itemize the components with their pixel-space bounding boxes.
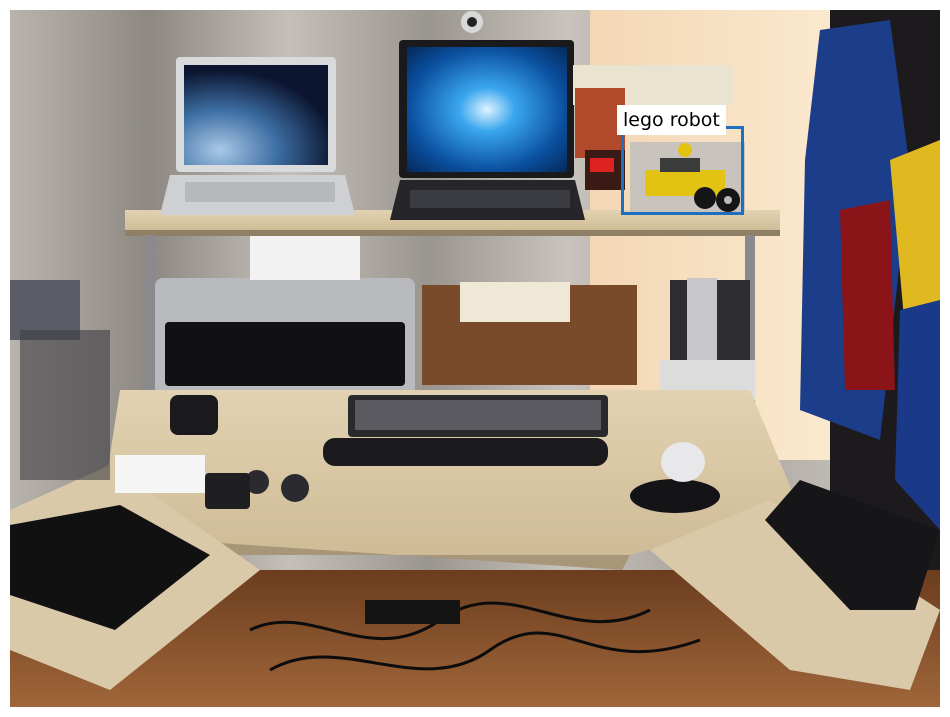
lego-robot-bounding-box	[621, 126, 744, 215]
annotation-label: lego robot	[617, 105, 726, 135]
desk-scene	[10, 10, 940, 707]
desk-photo	[10, 10, 940, 707]
